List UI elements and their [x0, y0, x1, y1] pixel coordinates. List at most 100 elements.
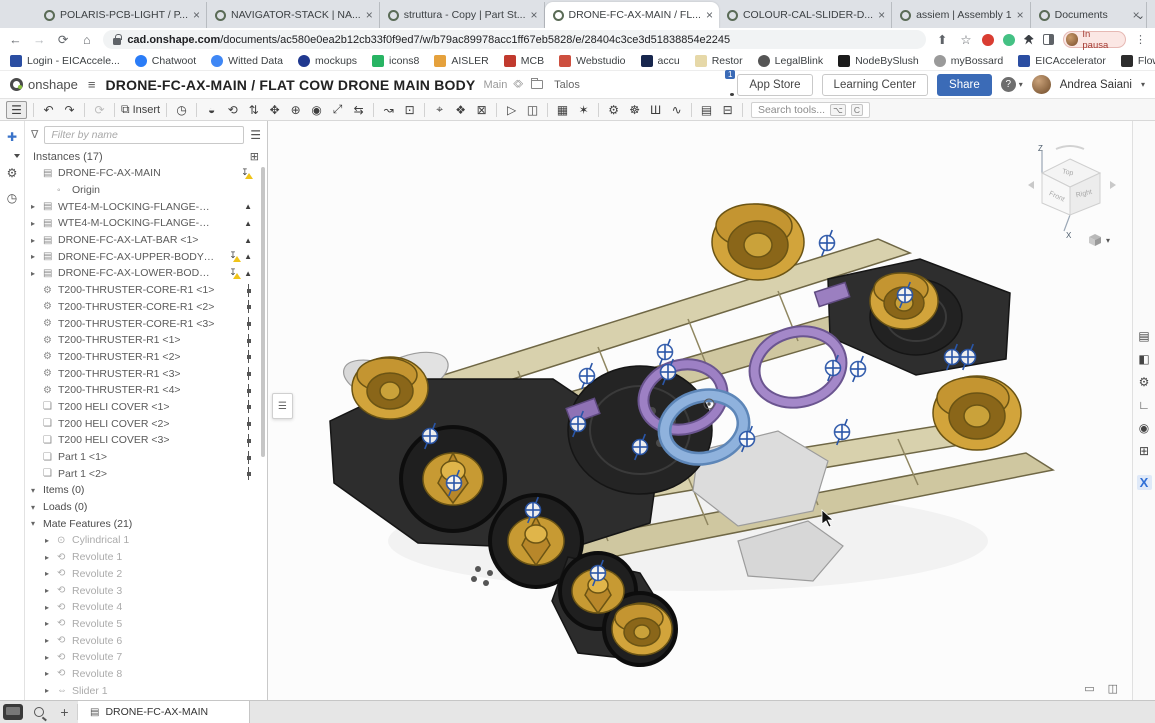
panel-toggle-button[interactable]: ☰	[272, 393, 293, 419]
panel-scrollbar[interactable]	[261, 167, 265, 457]
document-title[interactable]: DRONE-FC-AX-MAIN / FLAT COW DRONE MAIN B…	[105, 77, 475, 93]
instance-row[interactable]: ❏ T200 HELI COVER <3>	[25, 432, 267, 449]
instance-row[interactable]: ⚙ T200-THRUSTER-CORE-R1 <1>	[25, 282, 267, 299]
tab-search-menu[interactable]: ⌄	[1136, 9, 1145, 22]
instance-row[interactable]: ▸ ▤ DRONE-FC-AX-LOWER-BODY <1> ▲	[25, 265, 267, 282]
close-icon[interactable]: ×	[878, 8, 885, 22]
bookmark-item[interactable]: Webstudio	[559, 55, 625, 67]
extension-red-icon[interactable]	[982, 34, 994, 46]
search-tabs-icon[interactable]	[34, 707, 44, 717]
add-tab-button[interactable]: +	[52, 704, 78, 720]
bookmark-item[interactable]: Flowrite	[1121, 55, 1155, 67]
url-field[interactable]: cad.onshape.com/documents/ac580e0ea2b12c…	[103, 30, 926, 49]
instance-row[interactable]: ▸ ▤ DRONE-FC-AX-UPPER-BODY <1> ▲	[25, 248, 267, 265]
back-icon[interactable]: ←	[8, 33, 23, 47]
forward-icon[interactable]: →	[32, 33, 47, 47]
print-icon[interactable]: ▭	[1084, 682, 1094, 695]
chevron-icon[interactable]: ▸	[31, 219, 43, 228]
transform-icon[interactable]: ▷	[501, 101, 522, 119]
bookmark-item[interactable]: icons8	[372, 55, 419, 67]
instance-row[interactable]: ▸ ▤ DRONE-FC-AX-LAT-BAR <1> ▲	[25, 232, 267, 249]
config-panel-icon[interactable]: ▤	[1138, 329, 1149, 343]
browser-tab[interactable]: NAVIGATOR-STACK | NA... ×	[207, 2, 380, 28]
chevron-icon[interactable]: ▸	[45, 536, 57, 545]
units-icon[interactable]: ◫	[1108, 682, 1118, 695]
close-icon[interactable]: ×	[531, 8, 538, 22]
view-cube[interactable]: Z X Top Front Right	[1026, 143, 1118, 239]
instance-row[interactable]: ▸ ⟲ Revolute 2	[25, 566, 267, 583]
extensions-pin-icon[interactable]	[1024, 35, 1034, 45]
slider-mate-icon[interactable]: ⇅	[243, 101, 264, 119]
share-button[interactable]: Share	[937, 74, 992, 96]
instance-row[interactable]: ▸ ⇔ Slider 1	[25, 682, 267, 699]
bookmark-item[interactable]: AISLER	[434, 55, 488, 67]
display-states-icon[interactable]: ◧	[1138, 352, 1149, 366]
bookmark-item[interactable]: myBossard	[934, 55, 1004, 67]
history-icon[interactable]: ◷	[7, 191, 17, 205]
create-version-icon[interactable]: ◷	[171, 101, 192, 119]
chevron-icon[interactable]: ▾	[31, 486, 43, 495]
learning-center-button[interactable]: Learning Center	[822, 74, 928, 96]
chevron-icon[interactable]: ▸	[31, 252, 43, 261]
bookmark-item[interactable]: EICAccelerator	[1018, 55, 1106, 67]
user-name[interactable]: Andrea Saiani	[1060, 79, 1132, 91]
tangent-mate-icon[interactable]: ↝	[378, 101, 399, 119]
browser-tab[interactable]: Documents ×	[1031, 2, 1147, 28]
secure-lock-icon[interactable]	[113, 38, 121, 45]
browser-tab[interactable]: COLOUR-CAL-SLIDER-D... ×	[719, 2, 892, 28]
workspace-name[interactable]: Main	[483, 79, 507, 91]
browser-tab[interactable]: assiem | Assembly 1 ×	[892, 2, 1031, 28]
appearance-icon[interactable]: ◉	[1139, 421, 1149, 435]
user-avatar[interactable]	[1032, 75, 1051, 94]
browser-tab[interactable]: [ ACRYLIC SPOOL PROT... ×	[1147, 2, 1155, 28]
bookmark-item[interactable]: mockups	[298, 55, 357, 67]
custom-table-icon[interactable]: ⊞	[1139, 444, 1149, 458]
instance-row[interactable]: ▾ Mate Features (21)	[25, 515, 267, 532]
3d-viewport[interactable]: Z X Top Front Right ▾ ☰ ▭ ◫	[268, 121, 1132, 700]
sheet-metal-icon[interactable]: ∟	[1138, 398, 1150, 412]
instance-row[interactable]: ▸ ⟲ Revolute 1	[25, 549, 267, 566]
chevron-icon[interactable]: ▾	[31, 503, 43, 512]
browser-tab[interactable]: DRONE-FC-AX-MAIN / FL... ×	[545, 2, 719, 28]
mate-connector-rail-icon[interactable]: ✚	[7, 130, 17, 144]
mate-connector-icon[interactable]: ⌖	[429, 101, 450, 119]
bookmark-item[interactable]: accu	[641, 55, 680, 67]
bookmark-item[interactable]: NodeBySlush	[838, 55, 919, 67]
bookmark-item[interactable]: Chatwoot	[135, 55, 196, 67]
bookmark-item[interactable]: LegalBlink	[758, 55, 823, 67]
fastened-icon[interactable]: ⊕	[285, 101, 306, 119]
bookmark-item[interactable]: MCB	[504, 55, 544, 67]
bom-table-icon[interactable]: ▤	[696, 101, 717, 119]
ball-mate-icon[interactable]: ◉	[306, 101, 327, 119]
search-tools-field[interactable]: Search tools... ⌥ C	[751, 102, 870, 118]
chevron-icon[interactable]: ▸	[31, 202, 43, 211]
view-cube-menu[interactable]: ▾	[1088, 233, 1110, 247]
close-icon[interactable]: ×	[193, 8, 200, 22]
instance-row[interactable]: ▾ Items (0)	[25, 482, 267, 499]
instance-row[interactable]: ▸ ⟲ Revolute 7	[25, 649, 267, 666]
chevron-icon[interactable]: ▾	[31, 519, 43, 528]
filter-icon[interactable]: ∇	[31, 128, 38, 141]
chevron-icon[interactable]: ▸	[45, 603, 57, 612]
app-store-button[interactable]: App Store	[737, 74, 812, 96]
filter-input[interactable]	[44, 126, 244, 144]
instance-row[interactable]: ▤ DRONE-FC-AX-MAIN	[25, 165, 267, 182]
gear-relation-icon[interactable]: ☸	[624, 101, 645, 119]
instance-row[interactable]: ▸ ⟲ Revolute 4	[25, 599, 267, 616]
bookmark-item[interactable]: Witted Data	[211, 55, 283, 67]
instance-row[interactable]: ▸ ⟲ Revolute 8	[25, 666, 267, 683]
chevron-icon[interactable]: ▸	[45, 653, 57, 662]
mechanism-icon[interactable]: ⚙	[603, 101, 624, 119]
undo-icon[interactable]: ↶	[38, 101, 59, 119]
instance-row[interactable]: ⚙ T200-THRUSTER-CORE-R1 <2>	[25, 299, 267, 316]
update-linked-icon[interactable]: ⟳	[89, 101, 110, 119]
assembly-structure-icon[interactable]: ☰	[6, 101, 27, 119]
snap-mode-icon[interactable]: ⊠	[471, 101, 492, 119]
instance-row[interactable]: ❏ Part 1 <1>	[25, 449, 267, 466]
onshape-logo[interactable]: onshape	[10, 77, 78, 92]
chevron-icon[interactable]: ▸	[45, 669, 57, 678]
linear-pattern-icon[interactable]: ▦	[552, 101, 573, 119]
instance-row[interactable]: ▸ ⟲ Revolute 6	[25, 632, 267, 649]
revolute-mate-icon[interactable]: ⟲	[222, 101, 243, 119]
feature-settings-icon[interactable]: ⚙	[7, 166, 18, 180]
